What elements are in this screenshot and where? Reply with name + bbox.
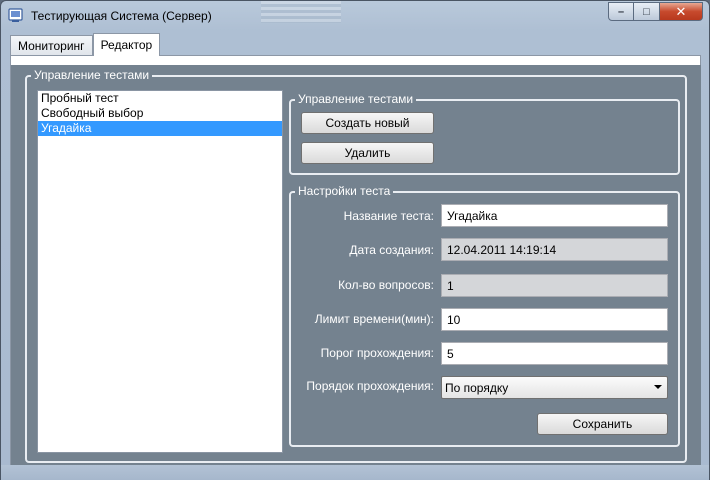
maximize-icon: □: [643, 5, 650, 18]
pass-threshold-input[interactable]: 5: [441, 342, 668, 365]
test-list[interactable]: Пробный тест Свободный выбор Угадайка: [37, 90, 283, 453]
minimize-button[interactable]: –: [608, 2, 634, 21]
pass-order-select[interactable]: По порядку: [441, 376, 668, 399]
maximize-button[interactable]: □: [634, 2, 660, 21]
creation-date-label: Дата создания:: [349, 243, 434, 257]
question-count-label: Кол-во вопросов:: [338, 278, 434, 292]
time-limit-input[interactable]: 10: [441, 308, 668, 331]
time-limit-label: Лимит времени(мин):: [314, 312, 434, 326]
creation-date-field: 12.04.2011 14:19:14: [441, 238, 668, 261]
question-count-field: 1: [441, 274, 668, 297]
background-window-ghost: [261, 1, 341, 23]
list-item[interactable]: Пробный тест: [38, 91, 282, 106]
pass-order-value: По порядку: [445, 380, 509, 395]
test-management-title: Управление тестами: [31, 68, 153, 82]
list-item[interactable]: Свободный выбор: [38, 106, 282, 121]
title-bar[interactable]: Тестирующая Система (Сервер) – □ ✕: [1, 1, 709, 31]
save-button[interactable]: Сохранить: [537, 413, 668, 435]
settings-group-title: Настройки теста: [295, 184, 394, 198]
close-icon: ✕: [675, 3, 687, 19]
window-title: Тестирующая Система (Сервер): [31, 9, 212, 23]
delete-test-button[interactable]: Удалить: [301, 142, 434, 164]
app-window: Тестирующая Система (Сервер) – □ ✕ Монит…: [0, 0, 710, 480]
list-item-selected[interactable]: Угадайка: [38, 121, 282, 136]
window-bottom-border: [1, 465, 709, 480]
close-button[interactable]: ✕: [660, 2, 703, 21]
pass-threshold-label: Порог прохождения:: [320, 346, 434, 360]
tab-editor[interactable]: Редактор: [92, 33, 161, 56]
test-name-input[interactable]: Угадайка: [441, 204, 668, 227]
actions-group-title: Управление тестами: [295, 92, 417, 106]
tab-strip: Мониторинг Редактор: [10, 33, 161, 56]
tab-monitoring[interactable]: Мониторинг: [10, 35, 93, 56]
chevron-down-icon: [654, 385, 662, 389]
create-test-button[interactable]: Создать новый: [301, 112, 434, 134]
app-icon: [8, 8, 23, 22]
window-controls: – □ ✕: [608, 2, 703, 21]
test-name-label: Название теста:: [343, 209, 434, 223]
pass-order-label: Порядок прохождения:: [306, 379, 434, 393]
minimize-icon: –: [617, 5, 625, 18]
